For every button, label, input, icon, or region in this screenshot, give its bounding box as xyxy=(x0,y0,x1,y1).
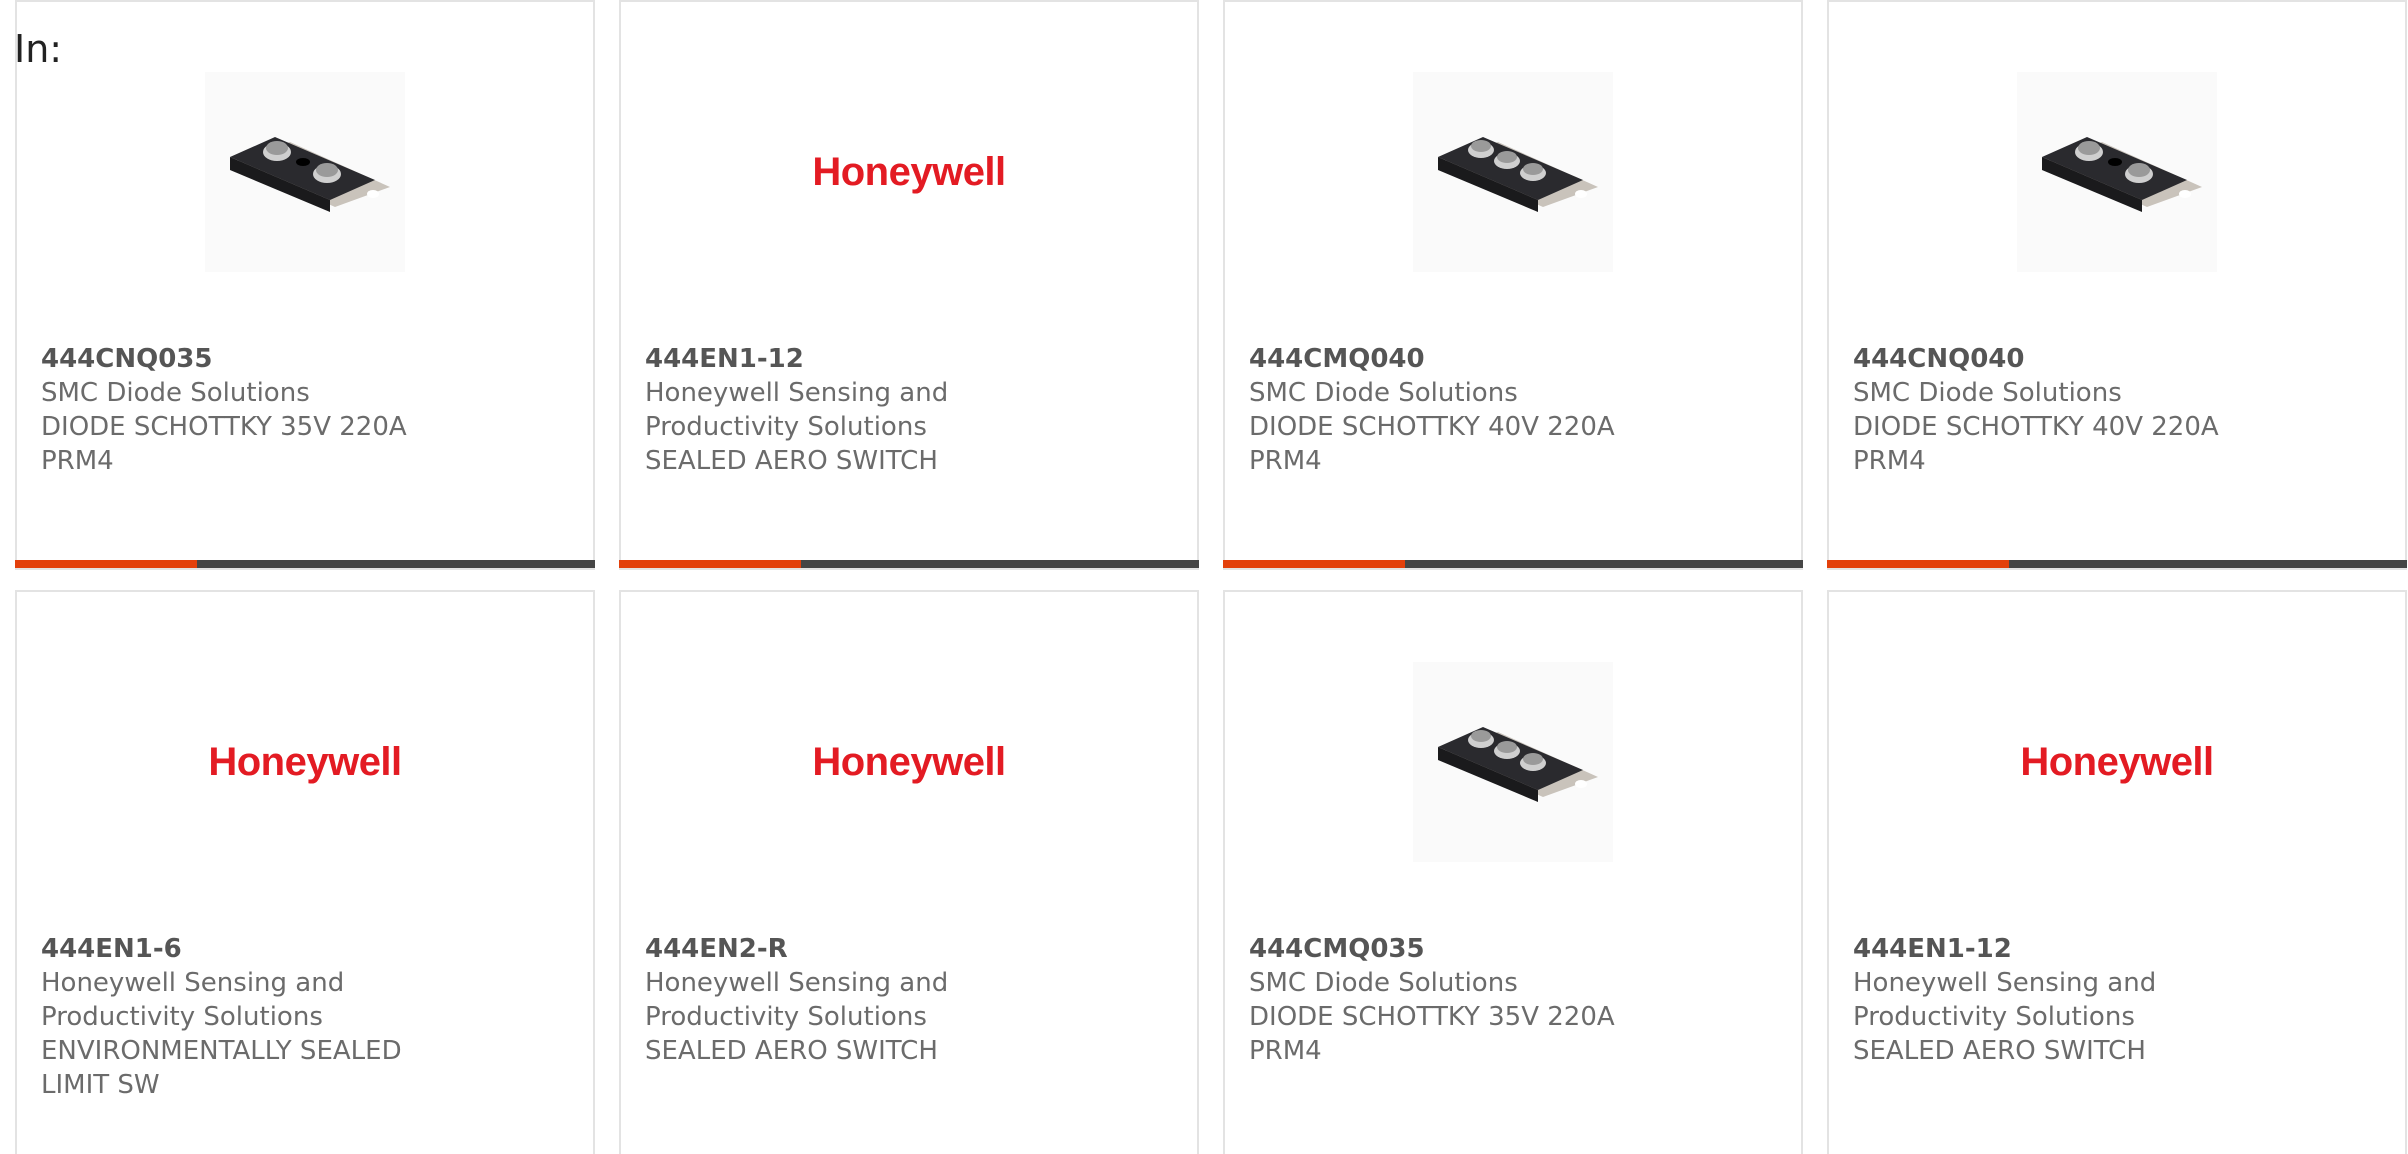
description-line: Productivity Solutions xyxy=(645,1002,927,1032)
product-info: 444CMQ035 SMC Diode Solutions DIODE SCHO… xyxy=(1249,932,1781,1068)
description-line: ENVIRONMENTALLY SEALED xyxy=(41,1036,402,1066)
card-bottom-bar xyxy=(619,560,1199,568)
product-card[interactable]: 444CNQ035 SMC Diode Solutions DIODE SCHO… xyxy=(15,0,595,570)
description-line: SEALED AERO SWITCH xyxy=(645,446,938,476)
part-number[interactable]: 444CNQ040 xyxy=(1853,342,2385,376)
diode-module-two-terminal-icon xyxy=(230,137,390,212)
product-photo xyxy=(1413,72,1613,272)
description-line: DIODE SCHOTTKY 40V 220A xyxy=(1853,412,2219,442)
product-info: 444EN1-6 Honeywell Sensing and Productiv… xyxy=(41,932,573,1102)
product-image-area xyxy=(1829,72,2405,272)
honeywell-logo: Honeywell xyxy=(2020,739,2214,784)
filter-label: In: xyxy=(14,27,63,71)
manufacturer-name: Honeywell Sensing and xyxy=(645,968,949,998)
part-number[interactable]: 444EN1-12 xyxy=(1853,932,2385,966)
product-info: 444EN2-R Honeywell Sensing and Productiv… xyxy=(645,932,1177,1068)
part-number[interactable]: 444CMQ040 xyxy=(1249,342,1781,376)
description-line: Productivity Solutions xyxy=(1853,1002,2135,1032)
card-accent-bar xyxy=(1827,560,2009,568)
manufacturer-name: Honeywell Sensing and xyxy=(1853,968,2157,998)
product-image-area xyxy=(1225,72,1801,272)
product-image-area: Honeywell xyxy=(1829,662,2405,862)
description-line: PRM4 xyxy=(1249,446,1322,476)
product-image-area xyxy=(1225,662,1801,862)
part-number[interactable]: 444EN1-12 xyxy=(645,342,1177,376)
description-line: PRM4 xyxy=(1853,446,1926,476)
part-number[interactable]: 444CMQ035 xyxy=(1249,932,1781,966)
description-line: Productivity Solutions xyxy=(41,1002,323,1032)
product-photo xyxy=(205,72,405,272)
card-bottom-bar xyxy=(15,560,595,568)
manufacturer-name: Honeywell Sensing and xyxy=(645,378,949,408)
card-accent-bar xyxy=(619,560,801,568)
honeywell-logo: Honeywell xyxy=(812,149,1006,194)
manufacturer-name: SMC Diode Solutions xyxy=(1853,378,2122,408)
product-info: 444CNQ040 SMC Diode Solutions DIODE SCHO… xyxy=(1853,342,2385,478)
description-line: DIODE SCHOTTKY 35V 220A xyxy=(1249,1002,1615,1032)
description-line: LIMIT SW xyxy=(41,1070,160,1100)
product-photo xyxy=(2017,72,2217,272)
part-number[interactable]: 444CNQ035 xyxy=(41,342,573,376)
part-number[interactable]: 444EN2-R xyxy=(645,932,1177,966)
product-info: 444CMQ040 SMC Diode Solutions DIODE SCHO… xyxy=(1249,342,1781,478)
product-card[interactable]: Honeywell 444EN2-R Honeywell Sensing and… xyxy=(619,590,1199,1154)
product-card[interactable]: 444CMQ040 SMC Diode Solutions DIODE SCHO… xyxy=(1223,0,1803,570)
card-accent-bar xyxy=(15,560,197,568)
part-number[interactable]: 444EN1-6 xyxy=(41,932,573,966)
product-card[interactable]: Honeywell 444EN1-12 Honeywell Sensing an… xyxy=(1827,590,2407,1154)
description-line: DIODE SCHOTTKY 40V 220A xyxy=(1249,412,1615,442)
product-card[interactable]: Honeywell 444EN1-6 Honeywell Sensing and… xyxy=(15,590,595,1154)
product-card[interactable]: 444CNQ040 SMC Diode Solutions DIODE SCHO… xyxy=(1827,0,2407,570)
product-info: 444CNQ035 SMC Diode Solutions DIODE SCHO… xyxy=(41,342,573,478)
product-results-page: 444CNQ035 SMC Diode Solutions DIODE SCHO… xyxy=(0,0,2408,1154)
description-line: SEALED AERO SWITCH xyxy=(645,1036,938,1066)
description-line: PRM4 xyxy=(41,446,114,476)
product-info: 444EN1-12 Honeywell Sensing and Producti… xyxy=(1853,932,2385,1068)
description-line: SEALED AERO SWITCH xyxy=(1853,1036,2146,1066)
manufacturer-name: SMC Diode Solutions xyxy=(1249,378,1518,408)
product-photo xyxy=(1413,662,1613,862)
diode-module-three-terminal-icon xyxy=(1438,137,1598,212)
product-grid: 444CNQ035 SMC Diode Solutions DIODE SCHO… xyxy=(15,0,2408,1154)
product-image-area xyxy=(17,72,593,272)
manufacturer-name: Honeywell Sensing and xyxy=(41,968,345,998)
honeywell-logo: Honeywell xyxy=(812,739,1006,784)
card-bottom-bar xyxy=(1827,560,2407,568)
diode-module-three-terminal-icon xyxy=(1438,727,1598,802)
product-image-area: Honeywell xyxy=(621,72,1197,272)
diode-module-two-terminal-icon xyxy=(2042,137,2202,212)
manufacturer-name: SMC Diode Solutions xyxy=(41,378,310,408)
product-image-area: Honeywell xyxy=(621,662,1197,862)
product-image-area: Honeywell xyxy=(17,662,593,862)
description-line: Productivity Solutions xyxy=(645,412,927,442)
card-accent-bar xyxy=(1223,560,1405,568)
honeywell-logo: Honeywell xyxy=(208,739,402,784)
product-card[interactable]: Honeywell 444EN1-12 Honeywell Sensing an… xyxy=(619,0,1199,570)
description-line: DIODE SCHOTTKY 35V 220A xyxy=(41,412,407,442)
product-info: 444EN1-12 Honeywell Sensing and Producti… xyxy=(645,342,1177,478)
product-card[interactable]: 444CMQ035 SMC Diode Solutions DIODE SCHO… xyxy=(1223,590,1803,1154)
card-bottom-bar xyxy=(1223,560,1803,568)
manufacturer-name: SMC Diode Solutions xyxy=(1249,968,1518,998)
description-line: PRM4 xyxy=(1249,1036,1322,1066)
